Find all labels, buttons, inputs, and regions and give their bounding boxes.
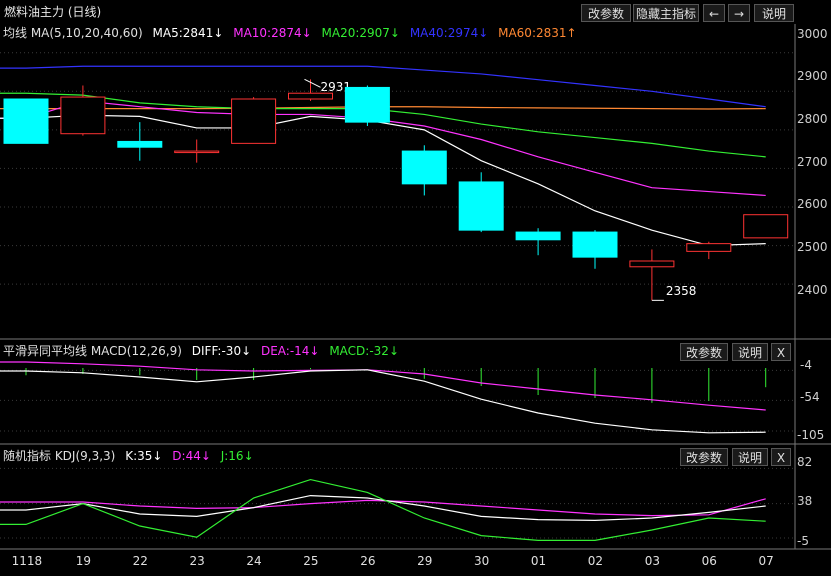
high-marker <box>304 78 321 88</box>
candle-body <box>743 214 789 239</box>
candle-body <box>288 92 333 100</box>
candle-body <box>401 150 447 185</box>
candle-body <box>117 140 163 148</box>
candle-body <box>344 86 390 123</box>
candle-body <box>3 98 49 144</box>
candle-body <box>515 231 561 241</box>
candle-body <box>60 96 106 135</box>
candle-body <box>458 181 504 231</box>
ma5-line <box>0 114 766 247</box>
candle-body <box>231 98 277 144</box>
candle-body <box>629 260 675 268</box>
diff-line <box>0 369 766 434</box>
candle-body <box>686 243 732 252</box>
chart-canvas[interactable] <box>0 0 831 576</box>
candle-body <box>572 231 618 258</box>
candle-body <box>174 150 220 154</box>
dea-line <box>0 361 766 411</box>
d-line <box>0 498 766 517</box>
